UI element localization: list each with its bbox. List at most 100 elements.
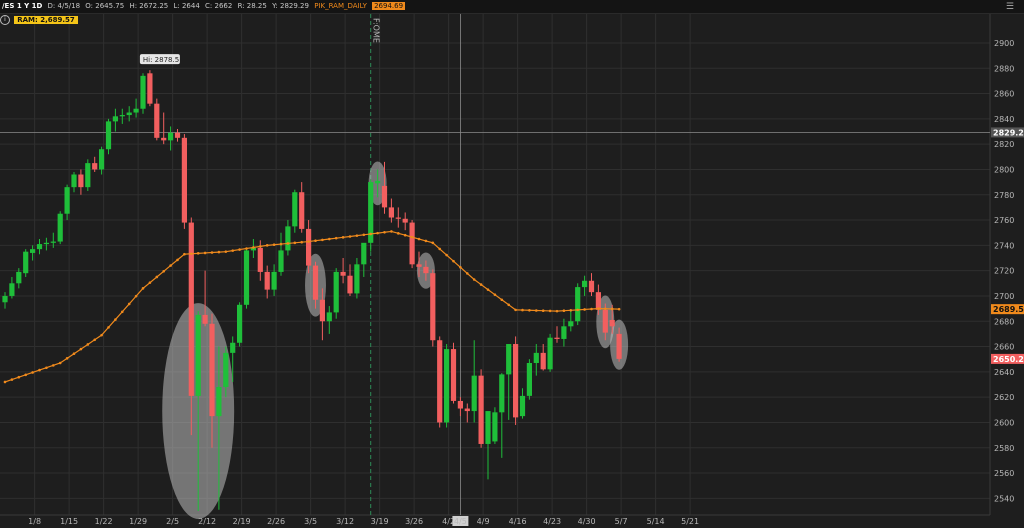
candle-body[interactable] <box>264 271 270 290</box>
candle-body[interactable] <box>395 217 401 219</box>
candle-body[interactable] <box>326 312 332 322</box>
info-icon[interactable]: i <box>0 15 10 25</box>
candle-body[interactable] <box>575 287 581 322</box>
price-chart[interactable]: 2540 2560 2580 2600 2620 2640 2660 2680 2700 2720… <box>0 0 1024 528</box>
candle-body[interactable] <box>64 187 70 214</box>
candle-body[interactable] <box>161 137 167 141</box>
candle-body[interactable] <box>450 349 457 401</box>
candle-body[interactable] <box>375 180 381 184</box>
candle-body[interactable] <box>526 362 532 396</box>
candle-body[interactable] <box>237 304 243 343</box>
candle-body[interactable] <box>423 266 429 274</box>
candle-body[interactable] <box>478 375 484 444</box>
settings-icon[interactable]: ☰ <box>1006 1 1014 14</box>
candle-body[interactable] <box>57 213 63 242</box>
candle-body[interactable] <box>319 299 325 322</box>
candle-body[interactable] <box>547 337 553 370</box>
candle-body[interactable] <box>595 292 601 310</box>
candle-body[interactable] <box>506 344 512 375</box>
candle-body[interactable] <box>340 271 346 276</box>
candle-body[interactable] <box>9 283 15 296</box>
chart-background <box>0 0 1024 528</box>
candle-body[interactable] <box>354 264 360 294</box>
candle-body[interactable] <box>402 218 408 223</box>
candle-body[interactable] <box>554 337 560 339</box>
candle-body[interactable] <box>609 319 615 327</box>
candle-body[interactable] <box>430 273 436 341</box>
ram-study-dot <box>238 248 241 251</box>
candle-body[interactable] <box>154 103 160 138</box>
symbol-label[interactable]: /ES 1 Y 1D <box>2 2 42 10</box>
y-tick-label: 2900 <box>994 39 1014 48</box>
candle-body[interactable] <box>278 250 284 272</box>
candle-body[interactable] <box>71 174 77 188</box>
candle-body[interactable] <box>464 408 470 412</box>
candle-body[interactable] <box>292 192 298 227</box>
candle-body[interactable] <box>140 75 146 109</box>
candle-body[interactable] <box>85 163 91 188</box>
candle-body[interactable] <box>230 342 236 353</box>
candle-body[interactable] <box>209 323 215 417</box>
candle-body[interactable] <box>492 412 498 442</box>
candle-body[interactable] <box>381 185 388 208</box>
candle-body[interactable] <box>2 295 8 303</box>
candle-body[interactable] <box>588 280 595 293</box>
candle-body[interactable] <box>519 395 526 417</box>
ram-label[interactable]: RAM: 2,689.57 <box>14 16 78 24</box>
candle-body[interactable] <box>223 352 229 388</box>
ram-study-dot <box>417 237 421 241</box>
candle-body[interactable] <box>50 241 56 243</box>
candle-body[interactable] <box>105 121 112 150</box>
candle-body[interactable] <box>347 275 353 294</box>
candle-body[interactable] <box>561 326 567 339</box>
candle-body[interactable] <box>409 222 415 265</box>
candle-body[interactable] <box>388 207 394 218</box>
candle-body[interactable] <box>513 344 519 418</box>
candle-body[interactable] <box>271 271 277 290</box>
candle-body[interactable] <box>457 400 463 409</box>
study-name[interactable]: PIK_RAM_DAILY <box>314 2 367 10</box>
candle-body[interactable] <box>78 174 84 188</box>
candle-body[interactable] <box>99 149 105 170</box>
candle-body[interactable] <box>437 340 443 423</box>
candle-body[interactable] <box>312 265 319 300</box>
candle-body[interactable] <box>112 116 118 122</box>
candle-body[interactable] <box>568 321 574 327</box>
candle-body[interactable] <box>257 247 263 272</box>
candle-body[interactable] <box>92 163 98 170</box>
candle-body[interactable] <box>361 242 367 265</box>
candle-body[interactable] <box>540 352 546 370</box>
candle-body[interactable] <box>299 192 305 229</box>
candle-body[interactable] <box>333 271 339 313</box>
candle-body[interactable] <box>36 244 43 250</box>
candle-body[interactable] <box>126 112 132 116</box>
candle-body[interactable] <box>306 228 312 266</box>
candle-body[interactable] <box>195 314 201 396</box>
candle-body[interactable] <box>499 374 505 413</box>
candle-body[interactable] <box>147 73 153 104</box>
candle-body[interactable] <box>243 250 250 305</box>
candle-body[interactable] <box>602 309 608 333</box>
candle-body[interactable] <box>533 352 539 363</box>
candle-body[interactable] <box>30 249 36 253</box>
candle-body[interactable] <box>119 115 125 117</box>
candle-body[interactable] <box>202 314 208 324</box>
candle-body[interactable] <box>285 226 291 251</box>
candle-body[interactable] <box>582 280 588 288</box>
candle-body[interactable] <box>616 333 622 359</box>
candle-body[interactable] <box>174 132 181 138</box>
candle-body[interactable] <box>416 264 422 267</box>
candle-body[interactable] <box>216 387 222 417</box>
candle-body[interactable] <box>16 271 22 284</box>
candle-body[interactable] <box>485 411 491 444</box>
ram-study-dot <box>617 307 621 311</box>
candle-body[interactable] <box>181 137 187 223</box>
ram-study-dot <box>514 308 517 312</box>
candle-body[interactable] <box>444 349 450 423</box>
candle-body[interactable] <box>471 375 477 412</box>
candle-body[interactable] <box>43 242 49 245</box>
candle-body[interactable] <box>133 108 139 113</box>
candle-body[interactable] <box>168 132 174 141</box>
candle-body[interactable] <box>188 222 194 396</box>
candle-body[interactable] <box>23 251 29 274</box>
